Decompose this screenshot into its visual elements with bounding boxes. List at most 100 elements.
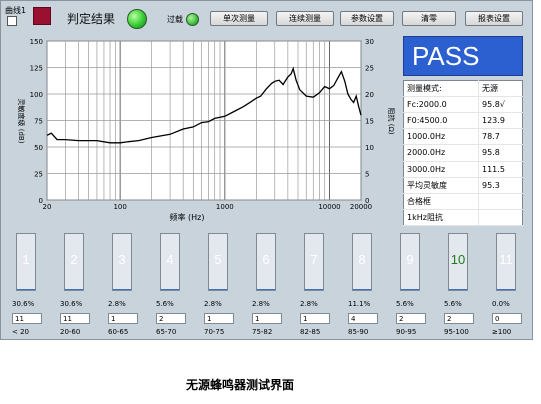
info-row: 1000.0Hz 78.7 (403, 128, 523, 146)
bin-number: 9 (406, 252, 414, 267)
info-value (478, 209, 523, 227)
bin-range-label: 20-60 (60, 328, 81, 336)
info-row: F0:4500.0 123.9 (403, 112, 523, 130)
report-settings-button[interactable]: 报表设置 (465, 11, 523, 26)
info-row: 测量模式: 无源 (403, 80, 523, 98)
bin-count-field[interactable]: 11 (60, 313, 90, 324)
single-measure-button[interactable]: 单次测量 (210, 11, 268, 26)
bin-range-label: 82-85 (300, 328, 321, 336)
info-label: 1kHz阻抗 (403, 209, 479, 227)
bin-gauge-fill (113, 289, 131, 290)
test-panel: 曲线1 判定结果 过载 单次测量 连续测量 参数设置 清零 报表设置 20 100… (0, 0, 533, 340)
info-label: F0:4500.0 (403, 112, 479, 130)
bin-number: 7 (310, 252, 318, 267)
bin-count-field[interactable]: 4 (348, 313, 378, 324)
y-right-tick-label: 30 (365, 38, 374, 46)
bin-count-field[interactable]: 0 (492, 313, 522, 324)
x-axis-label: 频率 (Hz) (170, 212, 205, 222)
info-label: 测量模式: (403, 80, 479, 98)
bin-gauge: 6 (256, 233, 276, 291)
info-label: 1000.0Hz (403, 128, 479, 146)
bin-gauge: 9 (400, 233, 420, 291)
bin-percent: 2.8% (108, 300, 126, 308)
bin-number: 11 (499, 252, 513, 267)
curve-label: 曲线1 (5, 6, 27, 15)
bin-percent: 2.8% (252, 300, 270, 308)
bin-range-label: ≥100 (492, 328, 512, 336)
y-left-tick-label: 50 (34, 144, 43, 152)
clear-button[interactable]: 清零 (402, 11, 456, 26)
bin-gauge: 7 (304, 233, 324, 291)
frequency-response-chart: 20 100 1000 10000 20000 0 25 50 75 100 125 150 0 5 10 1… (7, 35, 396, 225)
x-tick-label: 1000 (216, 203, 234, 211)
bin-gauge-fill (401, 289, 419, 290)
overload-led-icon (186, 13, 199, 26)
bin-count-field[interactable]: 11 (12, 313, 42, 324)
result-status-text: PASS (412, 41, 480, 71)
y-right-tick-label: 0 (365, 197, 369, 205)
result-led-icon (127, 9, 147, 29)
y-axis-left-label: 灵敏度级 (dB) (17, 99, 26, 144)
bin-count-field[interactable]: 1 (204, 313, 234, 324)
overload-label: 过载 (167, 15, 183, 24)
bin-gauge-fill (449, 289, 467, 290)
info-value: 95.8√ (478, 96, 523, 114)
info-value: 78.7 (478, 128, 523, 146)
y-left-tick-label: 25 (34, 171, 43, 179)
y-left-tick-label: 125 (30, 65, 43, 73)
bin-gauge: 2 (64, 233, 84, 291)
parameter-settings-button[interactable]: 参数设置 (340, 11, 394, 26)
bin-number: 2 (70, 252, 78, 267)
info-label: 3000.0Hz (403, 161, 479, 178)
y-left-tick-label: 75 (34, 118, 43, 126)
bin-range-label: 95-100 (444, 328, 469, 336)
bin-number: 4 (166, 252, 174, 267)
bin-count-field[interactable]: 2 (444, 313, 474, 324)
continuous-measure-button[interactable]: 连续测量 (276, 11, 334, 26)
info-label: Fc:2000.0 (403, 96, 479, 114)
bin-number: 1 (22, 252, 30, 267)
judge-label: 判定结果 (67, 12, 116, 26)
bin-count-field[interactable]: 2 (156, 313, 186, 324)
info-label: 合格框 (403, 193, 479, 210)
bin-gauge: 8 (352, 233, 372, 291)
y-right-tick-label: 15 (365, 118, 374, 126)
bin-gauge-fill (17, 289, 35, 290)
bin-percent: 5.6% (156, 300, 174, 308)
y-left-tick-label: 150 (30, 38, 43, 46)
bin-percent: 30.6% (60, 300, 83, 308)
info-row: 合格框 (403, 193, 523, 210)
bin-gauge: 10 (448, 233, 468, 291)
info-row: 3000.0Hz 111.5 (403, 161, 523, 178)
info-value: 111.5 (478, 161, 523, 178)
info-row: 平均灵敏度 95.3 (403, 177, 523, 194)
bin-range-label: 65-70 (156, 328, 177, 336)
bin-gauge: 11 (496, 233, 516, 291)
curve-checkbox[interactable] (7, 16, 17, 26)
info-row: 2000.0Hz 95.8 (403, 144, 523, 162)
bin-number: 6 (262, 252, 270, 267)
info-value (478, 193, 523, 210)
bin-percent: 2.8% (300, 300, 318, 308)
bin-count-field[interactable]: 1 (300, 313, 330, 324)
bin-number: 5 (214, 252, 222, 267)
y-right-tick-label: 25 (365, 65, 374, 73)
x-tick-label: 100 (113, 203, 126, 211)
info-value: 95.8 (478, 144, 523, 162)
curve-color-swatch[interactable] (33, 7, 51, 25)
bin-count-field[interactable]: 1 (252, 313, 282, 324)
bin-gauge-fill (65, 289, 83, 290)
bin-range-label: < 20 (12, 328, 29, 336)
chart-svg: 20 100 1000 10000 20000025507510012515005101… (17, 38, 396, 222)
bin-count-field[interactable]: 1 (108, 313, 138, 324)
y-left-tick-label: 0 (39, 197, 43, 205)
bin-number: 3 (118, 252, 126, 267)
bin-count-field[interactable]: 2 (396, 313, 426, 324)
figure-caption: 无源蜂鸣器测试界面 (186, 378, 295, 392)
y-axis-right-label: 阻抗 (Ω) (387, 107, 396, 134)
bin-gauge: 5 (208, 233, 228, 291)
bin-percent: 5.6% (444, 300, 462, 308)
bin-gauge-fill (161, 289, 179, 290)
bin-percent: 5.6% (396, 300, 414, 308)
bin-gauge: 3 (112, 233, 132, 291)
